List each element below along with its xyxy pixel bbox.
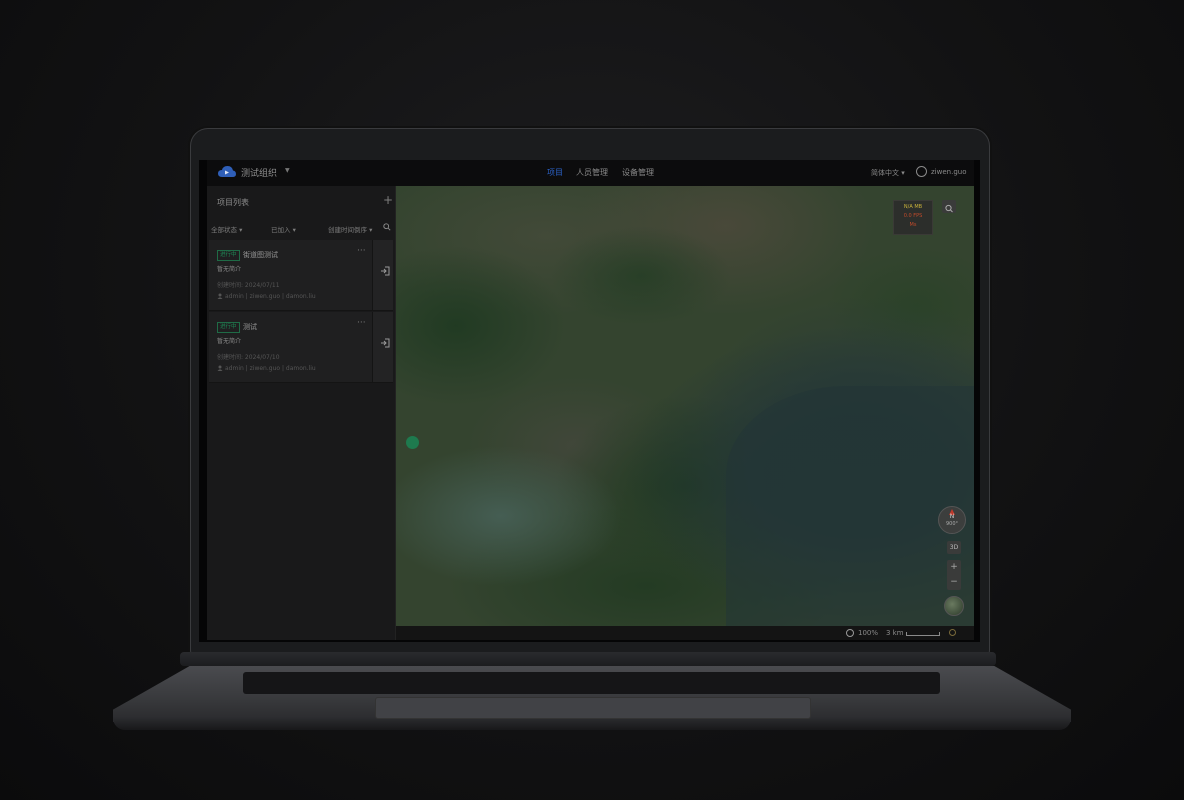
info-icon[interactable] bbox=[949, 629, 956, 636]
laptop-trackpad bbox=[375, 697, 811, 719]
search-icon bbox=[945, 204, 953, 213]
hud-fps: 0.0 FPS bbox=[903, 213, 923, 219]
map-status-bar: 100% 3 km bbox=[396, 626, 974, 640]
project-created-date: 创建时间: 2024/07/11 bbox=[217, 282, 280, 289]
user-avatar-icon[interactable] bbox=[916, 166, 927, 177]
zoom-in-button[interactable]: + bbox=[947, 560, 961, 575]
screen-bezel: 测试组织 ▼ 项目 人员管理 设备管理 简体中文 ▾ ziwen.guo 项目列… bbox=[199, 160, 980, 642]
zoom-control: + − bbox=[947, 560, 961, 590]
map-search-button[interactable] bbox=[942, 200, 956, 213]
map-water-area bbox=[726, 386, 974, 626]
compass-north-label: N bbox=[949, 513, 955, 520]
sort-filter[interactable]: 创建时间倒序 ▾ bbox=[328, 224, 372, 234]
project-description: 暂无简介 bbox=[217, 338, 242, 345]
status-badge: 进行中 bbox=[217, 322, 240, 333]
laptop-hinge bbox=[180, 652, 996, 666]
project-list-title: 项目列表 bbox=[217, 198, 249, 207]
members-icon bbox=[217, 293, 223, 299]
project-card[interactable]: 进行中 测试 ··· 暂无简介 创建时间: 2024/07/10 admin |… bbox=[209, 312, 393, 383]
nav-people[interactable]: 人员管理 bbox=[576, 167, 608, 178]
satellite-map[interactable]: N/A MB 0.0 FPS Ms N 900° 3D + − bbox=[396, 186, 974, 626]
hud-memory: N/A MB bbox=[903, 204, 923, 210]
compass-needle-icon bbox=[949, 509, 955, 515]
add-project-button[interactable]: + bbox=[383, 194, 393, 206]
compass-degree: 900° bbox=[945, 521, 959, 527]
org-name[interactable]: 测试组织 bbox=[241, 166, 277, 179]
project-description: 暂无简介 bbox=[217, 266, 242, 273]
search-icon[interactable] bbox=[383, 223, 391, 231]
project-members: admin | ziwen.guo | damon.liu bbox=[225, 365, 316, 372]
project-created-date: 创建时间: 2024/07/10 bbox=[217, 354, 280, 361]
map-marker[interactable] bbox=[406, 436, 419, 449]
project-sidebar: 项目列表 + 全部状态 ▾ 已加入 ▾ 创建时间倒序 ▾ 进行中 街道图测试 ·… bbox=[207, 186, 396, 640]
project-name[interactable]: 测试 bbox=[243, 322, 257, 332]
basemap-switch-icon[interactable] bbox=[944, 596, 964, 616]
scale-label: 3 km bbox=[886, 629, 904, 637]
zoom-out-button[interactable]: − bbox=[947, 575, 961, 590]
username[interactable]: ziwen.guo bbox=[931, 168, 966, 176]
org-dropdown-icon[interactable]: ▼ bbox=[285, 167, 290, 174]
language-select[interactable]: 简体中文 ▾ bbox=[871, 168, 905, 178]
performance-hud: N/A MB 0.0 FPS Ms bbox=[893, 200, 933, 235]
project-card[interactable]: 进行中 街道图测试 ··· 暂无简介 创建时间: 2024/07/11 admi… bbox=[209, 240, 393, 311]
enter-project-icon[interactable] bbox=[380, 338, 390, 348]
laptop-keyboard bbox=[243, 672, 940, 694]
enter-project-icon[interactable] bbox=[380, 266, 390, 276]
loading-ring-icon bbox=[846, 629, 854, 637]
toggle-3d-button[interactable]: 3D bbox=[947, 541, 961, 554]
status-badge: 进行中 bbox=[217, 250, 240, 261]
members-icon bbox=[217, 365, 223, 371]
zoom-percent: 100% bbox=[858, 629, 879, 637]
project-name[interactable]: 街道图测试 bbox=[243, 250, 278, 260]
nav-devices[interactable]: 设备管理 bbox=[622, 167, 654, 178]
cloud-logo-icon bbox=[218, 166, 236, 177]
more-options-icon[interactable]: ··· bbox=[357, 318, 366, 328]
scale-bar bbox=[906, 632, 940, 636]
app-screen: 测试组织 ▼ 项目 人员管理 设备管理 简体中文 ▾ ziwen.guo 项目列… bbox=[207, 160, 974, 640]
hud-ms: Ms bbox=[909, 222, 917, 228]
joined-filter[interactable]: 已加入 ▾ bbox=[271, 224, 296, 234]
compass-control[interactable]: N 900° bbox=[938, 506, 966, 534]
nav-projects[interactable]: 项目 bbox=[547, 167, 563, 178]
status-filter[interactable]: 全部状态 ▾ bbox=[211, 224, 242, 234]
project-members: admin | ziwen.guo | damon.liu bbox=[225, 293, 316, 300]
more-options-icon[interactable]: ··· bbox=[357, 246, 366, 256]
top-bar: 测试组织 ▼ 项目 人员管理 设备管理 简体中文 ▾ ziwen.guo bbox=[207, 160, 974, 187]
